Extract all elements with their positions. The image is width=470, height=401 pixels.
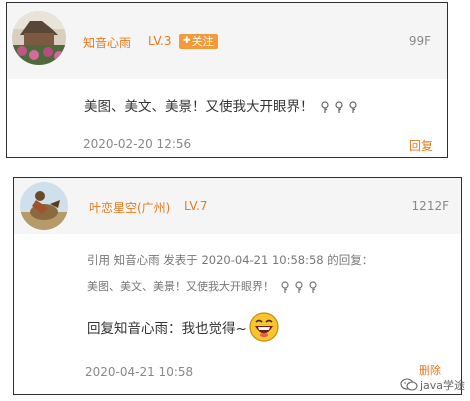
rose-emoji-icon [280, 281, 289, 293]
username[interactable]: 知音心雨 [83, 34, 131, 51]
emoji-group [319, 101, 359, 113]
wechat-icon [400, 378, 418, 391]
comment-text: 美图、美文、美景！又使我大开眼界！ [84, 99, 314, 115]
rose-emoji-icon [349, 101, 357, 113]
plus-icon: ✚ [183, 36, 191, 46]
floor-number: 99F [408, 34, 431, 48]
rose-emoji-icon [335, 101, 343, 113]
rose-emoji-icon [294, 281, 303, 293]
comment-content: 美图、美文、美景！又使我大开眼界！ [84, 95, 359, 115]
comment-card: 叶恋星空(广州) LV.7 1212F 引用 知音心雨 发表于 2020-04-… [13, 177, 462, 395]
floor-number: 1212F [411, 199, 449, 213]
follow-label: 关注 [191, 35, 214, 48]
quoted-text: 美图、美文、美景！又使我大开眼界！ [87, 280, 274, 293]
avatar[interactable] [12, 11, 66, 65]
comment-header [7, 3, 447, 79]
watermark-text: java学途 [419, 379, 465, 392]
username[interactable]: 叶恋星空(广州) [89, 199, 170, 216]
comment-header [14, 178, 461, 234]
emoji-group [279, 281, 319, 293]
rose-emoji-icon [321, 101, 329, 113]
laughing-emoji-icon [249, 312, 279, 342]
quote-header: 引用 知音心雨 发表于 2020-04-21 10:58:58 的回复： [87, 253, 374, 267]
watermark: java学途 [400, 377, 465, 393]
timestamp: 2020-04-21 10:58 [85, 365, 194, 379]
quoted-content: 美图、美文、美景！又使我大开眼界！ [87, 278, 319, 294]
delete-link[interactable]: 删除 [419, 362, 441, 378]
follow-button[interactable]: ✚ 关注 [179, 34, 218, 49]
timestamp: 2020-02-20 12:56 [83, 137, 192, 151]
avatar[interactable] [20, 182, 68, 230]
user-level: LV.3 [148, 34, 172, 48]
reply-text: 回复知音心雨：我也觉得~ [87, 321, 247, 337]
user-level: LV.7 [184, 199, 208, 213]
reply-content: 回复知音心雨：我也觉得~ [87, 311, 280, 343]
reply-link[interactable]: 回复 [409, 137, 433, 154]
comment-card: 知音心雨 LV.3 ✚ 关注 99F 美图、美文、美景！又使我大开眼界！ 202… [6, 2, 448, 158]
rose-emoji-icon [308, 281, 317, 293]
